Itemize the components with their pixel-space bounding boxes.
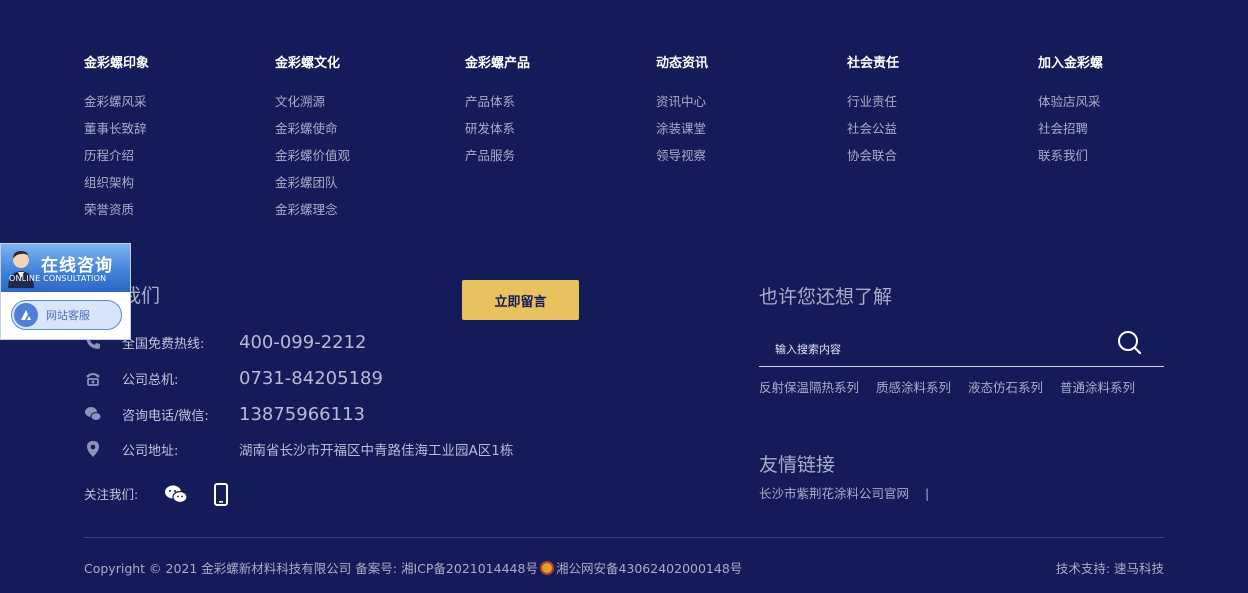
tag-link[interactable]: 质感涂料系列 xyxy=(876,377,951,396)
nav-column-title[interactable]: 金彩螺产品 xyxy=(465,55,645,73)
nav-link[interactable]: 协会联合 xyxy=(847,149,1027,176)
nav-link[interactable]: 联系我们 xyxy=(1038,149,1218,176)
nav-link[interactable]: 金彩螺团队 xyxy=(275,176,455,203)
consultation-title: 在线咨询 xyxy=(41,256,113,276)
nav-link[interactable]: 荣誉资质 xyxy=(84,203,264,230)
nav-link[interactable]: 金彩螺理念 xyxy=(275,203,455,230)
consultation-subtitle: ONLINE CONSULTATION xyxy=(9,274,107,283)
nav-link[interactable]: 领导视察 xyxy=(656,149,836,176)
nav-column-1: 金彩螺印象 金彩螺风采 董事长致辞 历程介绍 组织架构 荣誉资质 xyxy=(84,55,264,230)
friend-link[interactable]: 长沙市紫荆花涂料公司官网 xyxy=(759,486,909,501)
tag-link[interactable]: 液态仿石系列 xyxy=(968,377,1043,396)
copyright-text[interactable]: Copyright © 2021 金彩螺新材料科技有限公司 备案号: 湘ICP备… xyxy=(84,558,538,577)
nav-column-4: 动态资讯 资讯中心 涂装课堂 领导视察 xyxy=(656,55,836,176)
nav-column-title[interactable]: 金彩螺印象 xyxy=(84,55,264,73)
nav-link[interactable]: 文化溯源 xyxy=(275,95,455,122)
consultation-banner[interactable]: 在线咨询 ONLINE CONSULTATION xyxy=(1,244,130,292)
contact-label: 公司地址: xyxy=(122,443,179,459)
link-separator: | xyxy=(925,486,930,501)
police-record[interactable]: 湘公网安备43062402000148号 xyxy=(556,558,742,577)
tech-support[interactable]: 技术支持: 速马科技 xyxy=(1056,558,1164,577)
nav-link[interactable]: 金彩螺价值观 xyxy=(275,149,455,176)
copyright: Copyright © 2021 金彩螺新材料科技有限公司 备案号: 湘ICP备… xyxy=(84,558,742,577)
nav-column-title[interactable]: 加入金彩螺 xyxy=(1038,55,1218,73)
contact-value: 13875966113 xyxy=(239,403,365,425)
online-consultation-panel: 在线咨询 ONLINE CONSULTATION 网站客服 xyxy=(0,243,131,340)
search-icon[interactable] xyxy=(1115,329,1143,357)
nav-column-title[interactable]: 社会责任 xyxy=(847,55,1027,73)
contact-label: 咨询电话/微信: xyxy=(122,408,209,424)
nav-link[interactable]: 资讯中心 xyxy=(656,95,836,122)
leave-message-button[interactable]: 立即留言 xyxy=(462,280,579,320)
nav-column-title[interactable]: 动态资讯 xyxy=(656,55,836,73)
contact-row-wechat: 咨询电话/微信: 13875966113 xyxy=(84,402,365,426)
support-agent-icon xyxy=(5,248,37,292)
contact-label: 公司总机: xyxy=(122,372,179,388)
nav-link[interactable]: 产品服务 xyxy=(465,149,645,176)
nav-link[interactable]: 董事长致辞 xyxy=(84,122,264,149)
nav-link[interactable]: 涂装课堂 xyxy=(656,122,836,149)
search-input[interactable] xyxy=(775,339,1105,359)
nav-link[interactable]: 金彩螺使命 xyxy=(275,122,455,149)
nav-link[interactable]: 组织架构 xyxy=(84,176,264,203)
customer-service-button[interactable]: 网站客服 xyxy=(11,300,122,330)
police-badge-icon xyxy=(539,560,554,575)
follow-us-label: 关注我们: xyxy=(84,487,139,502)
search-box xyxy=(759,325,1164,367)
tag-link[interactable]: 反射保温隔热系列 xyxy=(759,377,859,396)
nav-link[interactable]: 行业责任 xyxy=(847,95,1027,122)
tag-link[interactable]: 普通涂料系列 xyxy=(1060,377,1135,396)
contact-value: 400-099-2212 xyxy=(239,331,367,353)
footer-divider xyxy=(84,537,1164,538)
nav-column-title[interactable]: 金彩螺文化 xyxy=(275,55,455,73)
contact-label: 全国免费热线: xyxy=(122,336,205,352)
contact-value: 0731-84205189 xyxy=(239,367,383,389)
friend-links: 长沙市紫荆花涂料公司官网 | xyxy=(759,483,929,502)
telephone-icon xyxy=(84,369,102,387)
nav-column-6: 加入金彩螺 体验店风采 社会招聘 联系我们 xyxy=(1038,55,1218,176)
search-title: 也许您还想了解 xyxy=(759,286,893,308)
contact-value: 湖南省长沙市开福区中青路佳海工业园A区1栋 xyxy=(239,443,514,459)
nav-link[interactable]: 社会公益 xyxy=(847,122,1027,149)
links-title: 友情链接 xyxy=(759,454,836,476)
nav-link[interactable]: 金彩螺风采 xyxy=(84,95,264,122)
nav-column-3: 金彩螺产品 产品体系 研发体系 产品服务 xyxy=(465,55,645,176)
contact-row-address: 公司地址: 湖南省长沙市开福区中青路佳海工业园A区1栋 xyxy=(84,437,513,461)
nav-column-5: 社会责任 行业责任 社会公益 协会联合 xyxy=(847,55,1027,176)
location-icon xyxy=(84,440,102,458)
service-label: 网站客服 xyxy=(46,309,90,322)
service-logo-icon xyxy=(14,303,38,327)
wechat-follow-icon[interactable] xyxy=(164,483,188,509)
hot-tags: 反射保温隔热系列 质感涂料系列 液态仿石系列 普通涂料系列 xyxy=(759,377,1152,396)
nav-column-2: 金彩螺文化 文化溯源 金彩螺使命 金彩螺价值观 金彩螺团队 金彩螺理念 xyxy=(275,55,455,230)
nav-link[interactable]: 研发体系 xyxy=(465,122,645,149)
wechat-icon xyxy=(84,405,102,423)
nav-link[interactable]: 社会招聘 xyxy=(1038,122,1218,149)
contact-row-switchboard: 公司总机: 0731-84205189 xyxy=(84,366,383,390)
nav-link[interactable]: 产品体系 xyxy=(465,95,645,122)
mobile-icon[interactable] xyxy=(213,483,229,511)
nav-link[interactable]: 历程介绍 xyxy=(84,149,264,176)
nav-link[interactable]: 体验店风采 xyxy=(1038,95,1218,122)
